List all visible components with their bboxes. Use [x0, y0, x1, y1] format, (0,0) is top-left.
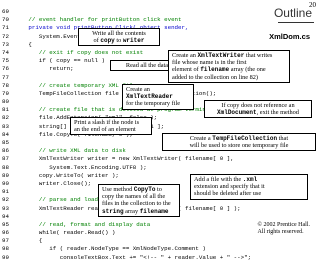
code-text: while( reader.Read() ): [18, 229, 116, 237]
code-text: return;: [18, 65, 74, 73]
line-number: 74: [2, 48, 9, 56]
code-text: System.Text.Encoding.UTF8 );: [18, 163, 147, 171]
code-text: // read, format and display data: [18, 220, 151, 228]
line-number: 95: [2, 220, 9, 228]
line-number: 76: [2, 65, 9, 73]
code-text: XmlTextWriter writer = new XmlTextWriter…: [18, 155, 234, 163]
callout-create-writer: Create an XmlTextWriter that writes file…: [168, 50, 290, 83]
copyright: © 2002 Prentice Hall. All rights reserve…: [257, 222, 310, 235]
file-name-label: XmlDom.cs: [269, 32, 310, 41]
code-line: 81 // create file that is deleted at pro…: [2, 106, 232, 114]
code-text: {: [18, 40, 32, 48]
callout-no-copy: If copy does not reference an XmlDocumen…: [204, 100, 312, 119]
line-number: 69: [2, 8, 9, 15]
code-text: // event handler for printButton click e…: [18, 16, 182, 24]
title-underline: [278, 22, 314, 23]
code-text: // exit if copy does not exist: [18, 48, 144, 56]
line-number: 72: [2, 32, 9, 40]
line-number: 78: [2, 81, 9, 89]
code-text: // create temporary XML file: [18, 81, 137, 89]
code-text: // write XML data to disk: [18, 147, 126, 155]
code-line: 87 XmlTextWriter writer = new XmlTextWri…: [2, 155, 234, 163]
callout-temp-collection: Create a TempFileCollection that will be…: [162, 133, 316, 152]
line-number: 82: [2, 114, 9, 122]
line-number: 79: [2, 89, 9, 97]
code-line: 96 while( reader.Read() ): [2, 229, 232, 237]
line-number: 83: [2, 122, 9, 130]
code-line: 78 // create temporary XML file: [2, 82, 232, 90]
line-number: 71: [2, 24, 9, 32]
line-number: 91: [2, 188, 9, 196]
code-line: 79 TempFileCollection file = new TempFil…: [2, 90, 232, 98]
code-text: if ( copy == null ): [18, 57, 105, 65]
line-number: 94: [2, 212, 9, 220]
code-line: 80: [2, 98, 232, 106]
code-text: if ( reader.NodeType == XmlNodeType.Comm…: [18, 245, 206, 253]
code-line: 69: [2, 8, 232, 16]
callout-add-extension: Add a file with the .xml extension and s…: [190, 174, 308, 200]
page-title: Outline: [273, 6, 312, 20]
code-text: writer.Close();: [18, 179, 92, 187]
line-number: 80: [2, 98, 9, 106]
line-number: 81: [2, 106, 9, 114]
code-text: copy.WriteTo( writer );: [18, 171, 119, 179]
code-line: 88 System.Text.Encoding.UTF8 );: [2, 164, 232, 172]
callout-create-reader: Create an XmlTextReader for the temporar…: [122, 84, 194, 110]
code-text: {: [18, 237, 43, 245]
code-line: 95 // read, format and display data: [2, 221, 232, 229]
line-number: 93: [2, 204, 9, 212]
line-number: 96: [2, 229, 9, 237]
code-line: 97 {: [2, 237, 232, 245]
line-number: 88: [2, 163, 9, 171]
code-text: consoleTextBox.Text += "<!-- " + reader.…: [18, 253, 252, 261]
code-line: 70 // event handler for printButton clic…: [2, 16, 232, 24]
line-number: 92: [2, 196, 9, 204]
line-number: 87: [2, 155, 9, 163]
line-number: 77: [2, 73, 9, 81]
line-number: 97: [2, 237, 9, 245]
line-number: 98: [2, 245, 9, 253]
line-number: 84: [2, 130, 9, 138]
line-number: 70: [2, 16, 9, 24]
callout-print-slash: Print a slash if the node is an the end …: [70, 117, 152, 136]
code-line: 98 if ( reader.NodeType == XmlNodeType.C…: [2, 245, 232, 253]
line-number: 89: [2, 171, 9, 179]
code-line: 99 consoleTextBox.Text += "<!-- " + read…: [2, 253, 251, 262]
callout-copyto: Use method CopyTo to copy the names of a…: [98, 184, 180, 217]
line-number: 90: [2, 179, 9, 187]
line-number: 99: [2, 253, 9, 261]
line-number: 73: [2, 40, 9, 48]
callout-write-all: Write all the contents of copy to writer: [78, 28, 160, 47]
line-number: 85: [2, 139, 9, 146]
line-number: 75: [2, 57, 9, 65]
line-number: 86: [2, 147, 9, 155]
